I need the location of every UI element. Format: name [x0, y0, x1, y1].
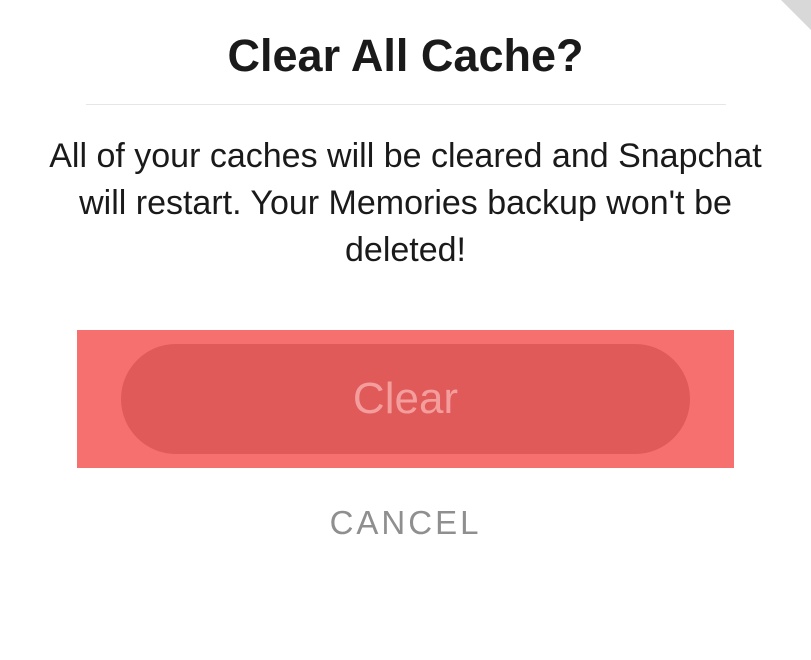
dialog-message: All of your caches will be cleared and S… — [0, 133, 811, 274]
dialog-title: Clear All Cache? — [228, 30, 584, 82]
divider — [86, 104, 726, 105]
clear-button[interactable]: Clear — [121, 344, 690, 454]
highlight-box: Clear — [77, 330, 734, 468]
clear-cache-dialog: Clear All Cache? All of your caches will… — [0, 0, 811, 542]
cancel-button[interactable]: CANCEL — [330, 504, 482, 542]
corner-decoration — [781, 0, 811, 30]
